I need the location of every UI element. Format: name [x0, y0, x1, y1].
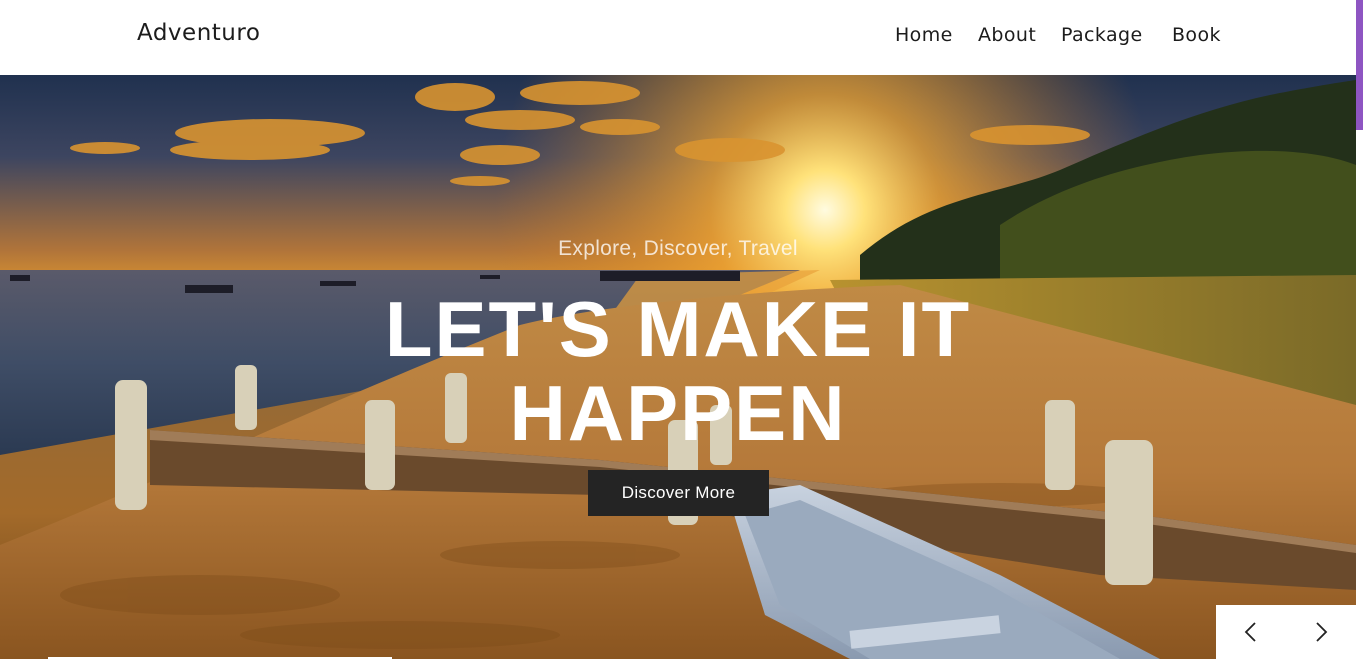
nav-item-package[interactable]: Package [1061, 24, 1143, 46]
discover-more-button[interactable]: Discover More [588, 470, 769, 516]
main-nav: Home About Package Book [0, 24, 1356, 50]
site-header: Adventuro Home About Package Book [0, 0, 1356, 75]
hero-headline: LET'S MAKE IT HAPPEN [384, 285, 972, 457]
scrollbar-thumb[interactable] [1356, 0, 1363, 130]
hero-tagline: Explore, Discover, Travel [558, 237, 798, 260]
carousel-controls [1216, 605, 1356, 659]
chevron-right-icon[interactable] [1301, 612, 1341, 652]
chevron-left-icon[interactable] [1231, 612, 1271, 652]
nav-item-book[interactable]: Book [1172, 24, 1221, 46]
hero-slider: Explore, Discover, Travel LET'S MAKE IT … [0, 75, 1356, 659]
nav-item-about[interactable]: About [978, 24, 1036, 46]
nav-item-home[interactable]: Home [895, 24, 953, 46]
